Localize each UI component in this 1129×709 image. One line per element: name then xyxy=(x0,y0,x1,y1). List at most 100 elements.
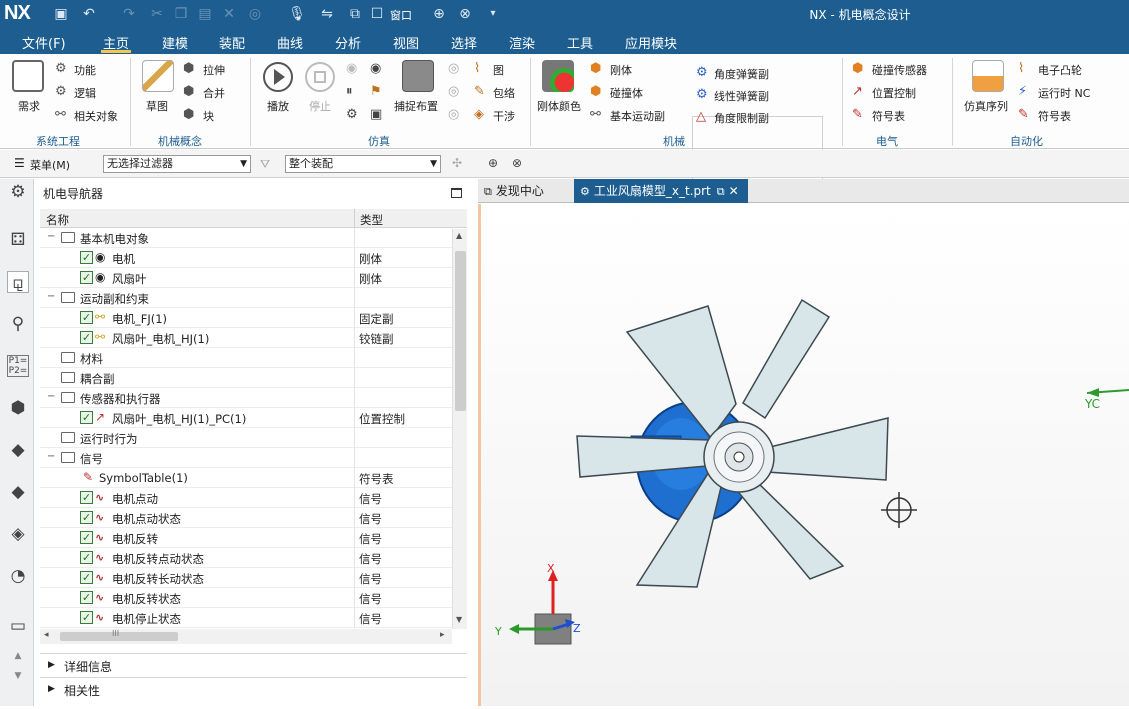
tree-row[interactable]: ✓ ∿ 电机反转状态 信号 xyxy=(40,588,452,608)
menu-analysis[interactable]: 分析 xyxy=(335,33,361,52)
filter-reset-icon[interactable]: ⛛ xyxy=(260,157,270,172)
scroll-up-icon[interactable]: ▲ xyxy=(456,231,462,240)
camera-icon[interactable]: ▣ xyxy=(370,108,382,122)
hscroll-thumb[interactable]: III xyxy=(60,629,178,641)
tree-row[interactable]: ✓ ∿ 电机反转长动状态 信号 xyxy=(40,568,452,588)
electronic-cam-button[interactable]: 电子凸轮 xyxy=(1038,62,1082,78)
scroll-thumb[interactable] xyxy=(455,251,466,411)
scroll-up-icon[interactable]: ▲ xyxy=(7,645,29,667)
mechatronics-navigator-icon[interactable]: ⚼ xyxy=(7,271,29,293)
angular-spring-button[interactable]: 角度弹簧副 xyxy=(714,66,769,82)
assembly-navigator-icon[interactable]: ⚃ xyxy=(7,229,29,251)
sim-option-icon[interactable]: ◎ xyxy=(448,85,459,99)
snap-icon[interactable]: ✣ xyxy=(452,156,462,170)
tree-row[interactable]: 材料 xyxy=(40,348,452,368)
function-button[interactable]: 功能 xyxy=(74,62,96,78)
view-orient-icon[interactable]: ⊕ xyxy=(430,5,448,23)
visibility-checkbox[interactable]: ✓ xyxy=(80,511,93,524)
extrude-button[interactable]: 拉伸 xyxy=(203,62,225,78)
horizontal-scrollbar[interactable]: ◂ III ▸ xyxy=(40,629,452,644)
visibility-checkbox[interactable]: ✓ xyxy=(80,411,93,424)
position-control-button[interactable]: 位置控制 xyxy=(872,85,916,101)
cut-icon[interactable]: ✂ xyxy=(148,5,166,23)
copy-icon[interactable]: ❐ xyxy=(172,5,190,23)
redo-icon[interactable]: ↷ xyxy=(120,5,138,23)
sim-sequence-button[interactable]: 仿真序列 xyxy=(964,98,1008,114)
visibility-checkbox[interactable]: ✓ xyxy=(80,311,93,324)
interference-button[interactable]: 干涉 xyxy=(493,108,515,124)
visibility-checkbox[interactable]: ✓ xyxy=(80,531,93,544)
column-type[interactable]: 类型 xyxy=(360,212,383,228)
play-button[interactable]: 播放 xyxy=(267,98,289,114)
related-object-button[interactable]: 相关对象 xyxy=(74,108,118,124)
record-icon[interactable]: ⚑ xyxy=(370,85,382,99)
menu-button[interactable]: 菜单(M) xyxy=(30,157,70,173)
scroll-down-icon[interactable]: ▼ xyxy=(456,615,462,624)
linear-spring-button[interactable]: 线性弹簧副 xyxy=(714,88,769,104)
unite-button[interactable]: 合并 xyxy=(203,85,225,101)
rigid-body-button[interactable]: 刚体 xyxy=(610,62,632,78)
tree-row[interactable]: ✓ ◉ 风扇叶 刚体 xyxy=(40,268,452,288)
role-icon[interactable]: ◈ xyxy=(7,523,29,545)
visibility-checkbox[interactable]: ✓ xyxy=(80,591,93,604)
microphone-icon[interactable]: 🎙 xyxy=(288,5,306,23)
tree-row[interactable]: 运行时行为 xyxy=(40,428,452,448)
visibility-checkbox[interactable]: ✓ xyxy=(80,551,93,564)
collapse-icon[interactable]: − xyxy=(47,392,56,402)
quick-access-dropdown-icon[interactable]: ▾ xyxy=(484,5,502,23)
window-icon[interactable]: ☐ xyxy=(368,5,386,23)
requirements-icon[interactable] xyxy=(12,60,44,92)
collapse-icon[interactable]: − xyxy=(47,232,56,242)
menu-modeling[interactable]: 建模 xyxy=(162,33,188,52)
tree-row[interactable]: ✓ ↗ 风扇叶_电机_HJ(1)_PC(1) 位置控制 xyxy=(40,408,452,428)
part-navigator-icon[interactable]: P1= P2= xyxy=(7,355,29,377)
menu-file[interactable]: 文件(F) xyxy=(22,33,66,52)
visibility-checkbox[interactable]: ✓ xyxy=(80,271,93,284)
tree-row[interactable]: − 信号 xyxy=(40,448,452,468)
sim-option-icon[interactable]: ◎ xyxy=(448,62,459,76)
menu-select[interactable]: 选择 xyxy=(451,33,477,52)
tab-fan-model[interactable]: ⚙ 工业风扇模型_x_t.prt ⧉ ✕ xyxy=(574,179,748,203)
repeat-command-icon[interactable]: ◎ xyxy=(246,5,264,23)
menu-icon[interactable]: ☰ xyxy=(14,156,25,170)
paste-icon[interactable]: ▤ xyxy=(196,5,214,23)
tree-row[interactable]: ✎ SymbolTable(1) 符号表 xyxy=(40,468,452,488)
body-color-button[interactable]: 刚体颜色 xyxy=(537,98,581,114)
vertical-scrollbar[interactable]: ▲ ▼ xyxy=(452,229,467,629)
history-icon[interactable]: ◆ xyxy=(7,439,29,461)
sketch-icon[interactable] xyxy=(142,60,174,92)
collapse-icon[interactable]: − xyxy=(47,292,56,302)
tab-discovery-center[interactable]: ⧉ 发现中心 xyxy=(478,179,574,203)
type-filter-select[interactable]: 无选择过滤器 ▼ xyxy=(103,155,251,173)
system-scene-icon[interactable]: ▭ xyxy=(7,615,29,637)
tree-row[interactable]: ✓ ∿ 电机点动状态 信号 xyxy=(40,508,452,528)
step-forward-icon[interactable]: ◉ xyxy=(370,62,381,76)
envelope-button[interactable]: 包络 xyxy=(493,85,515,101)
tree-row[interactable]: − 运动副和约束 xyxy=(40,288,452,308)
scope-select[interactable]: 整个装配 ▼ xyxy=(285,155,441,173)
orient-view-icon[interactable]: ⊕ xyxy=(488,156,498,170)
visibility-checkbox[interactable]: ✓ xyxy=(80,611,93,624)
undo-icon[interactable]: ↶ xyxy=(80,5,98,23)
tree-row[interactable]: ✓ ◉ 电机 刚体 xyxy=(40,248,452,268)
graph-button[interactable]: 图 xyxy=(493,62,504,78)
layer-settings-icon[interactable]: ⊗ xyxy=(512,156,522,170)
symbol-table-button-2[interactable]: 符号表 xyxy=(1038,108,1071,124)
collision-body-button[interactable]: 碰撞体 xyxy=(610,85,643,101)
tree-row[interactable]: − 传感器和执行器 xyxy=(40,388,452,408)
maximize-icon[interactable] xyxy=(451,188,462,198)
collapse-icon[interactable]: − xyxy=(47,452,56,462)
sim-option-icon[interactable]: ◎ xyxy=(448,108,459,122)
tree-row[interactable]: ✓ ∿ 电机停止状态 信号 xyxy=(40,608,452,628)
tree-row[interactable]: − 基本机电对象 xyxy=(40,228,452,248)
visibility-checkbox[interactable]: ✓ xyxy=(80,331,93,344)
requirements-button[interactable]: 需求 xyxy=(18,98,40,114)
stop-button[interactable]: 停止 xyxy=(309,98,331,114)
capture-layout-button[interactable]: 捕捉布置 xyxy=(394,98,438,114)
sketch-button[interactable]: 草图 xyxy=(146,98,168,114)
touch-mode-icon[interactable]: ⇋ xyxy=(318,5,336,23)
pause-icon[interactable]: ⏸ xyxy=(346,85,353,99)
logic-button[interactable]: 逻辑 xyxy=(74,85,96,101)
scroll-left-icon[interactable]: ◂ xyxy=(44,630,49,640)
tree-row[interactable]: ✓ ⚯ 风扇叶_电机_HJ(1) 铰链副 xyxy=(40,328,452,348)
